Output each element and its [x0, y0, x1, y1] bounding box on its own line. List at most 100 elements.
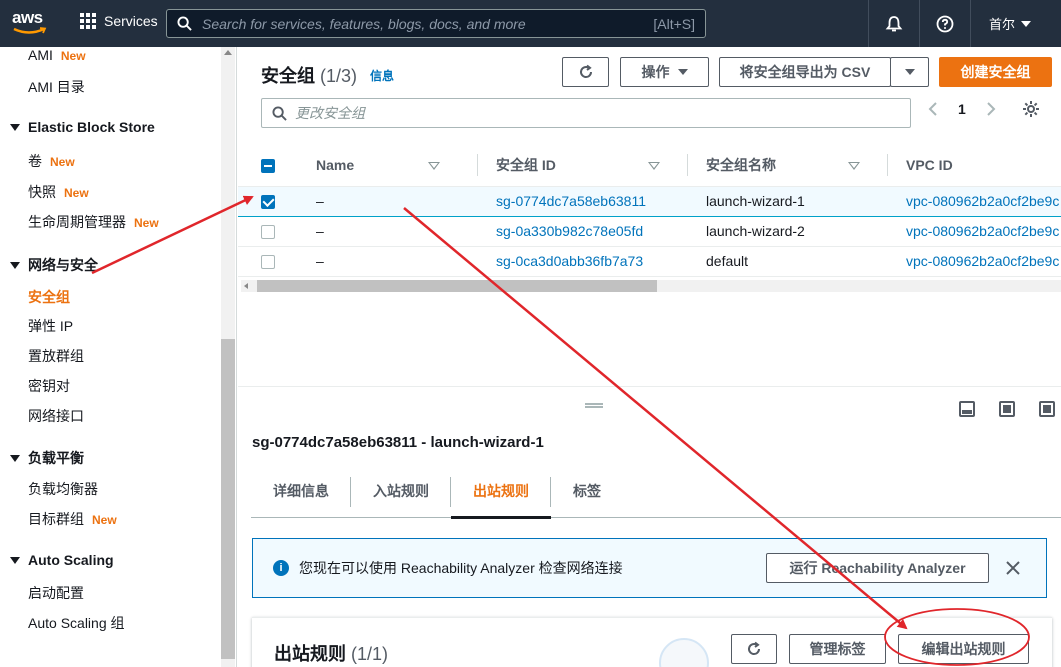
export-dropdown-button[interactable] — [890, 57, 929, 87]
services-menu-button[interactable]: Services — [80, 13, 158, 29]
table-row[interactable]: – sg-0ca3d0abb36fb7a73 default vpc-08096… — [238, 246, 1061, 277]
sidebar-item-label: 启动配置 — [28, 585, 84, 601]
actions-dropdown[interactable]: 操作 — [620, 57, 709, 87]
refresh-button[interactable] — [731, 634, 777, 664]
services-label: Services — [104, 13, 158, 29]
group-id-link[interactable]: sg-0a330b982c78e05fd — [478, 216, 688, 247]
sidebar-item-ami-catalog[interactable]: AMI 目录 — [28, 77, 85, 97]
side-panel-view-icon[interactable] — [999, 401, 1015, 417]
sidebar-section-network-security[interactable]: 网络与安全 — [10, 255, 98, 275]
aws-smile-icon — [13, 27, 47, 34]
sidebar-item-network-interfaces[interactable]: 网络接口 — [28, 406, 84, 426]
sort-icon[interactable] — [428, 162, 441, 171]
create-security-group-label: 创建安全组 — [960, 64, 1031, 80]
create-security-group-button[interactable]: 创建安全组 — [939, 57, 1052, 87]
split-panel-divider[interactable] — [238, 387, 1061, 425]
tab-details[interactable]: 详细信息 — [251, 465, 351, 518]
sidebar-item-launch-configurations[interactable]: 启动配置 — [28, 583, 84, 603]
region-selector[interactable]: 首尔 — [971, 14, 1061, 33]
table-row[interactable]: – sg-0774dc7a58eb63811 launch-wizard-1 v… — [238, 185, 1061, 217]
scroll-up-icon[interactable] — [224, 50, 232, 55]
help-button[interactable] — [920, 15, 970, 33]
manage-tags-button[interactable]: 管理标签 — [789, 634, 886, 664]
vpc-id-link[interactable]: vpc-080962b2a0cf2be9c — [888, 246, 1061, 277]
tab-tags[interactable]: 标签 — [551, 465, 623, 518]
sidebar-section-label: 负载平衡 — [28, 450, 84, 466]
row-checkbox[interactable] — [261, 195, 275, 210]
column-header-vpc-id[interactable]: VPC ID — [888, 144, 1061, 187]
group-id-link[interactable]: sg-0ca3d0abb36fb7a73 — [478, 246, 688, 277]
sidebar-item-placement-groups[interactable]: 置放群组 — [28, 346, 84, 366]
edit-outbound-rules-label: 编辑出站规则 — [921, 641, 1006, 657]
alert-message: 您现在可以使用 Reachability Analyzer 检查网络连接 — [299, 560, 623, 576]
notifications-button[interactable] — [869, 15, 919, 33]
caret-down-icon — [10, 556, 20, 564]
caret-down-icon — [904, 69, 915, 75]
sidebar-scrollbar-thumb[interactable] — [221, 339, 235, 659]
sort-icon[interactable] — [647, 162, 660, 171]
group-id-link[interactable]: sg-0774dc7a58eb63811 — [478, 185, 688, 217]
sidebar-item-volumes[interactable]: 卷 New — [28, 151, 75, 171]
assistant-avatar[interactable] — [659, 638, 709, 667]
sidebar-item-ami[interactable]: AMI New — [28, 47, 86, 63]
sidebar-item-lifecycle-manager[interactable]: 生命周期管理器 New — [28, 212, 159, 232]
sidebar-section-load-balancing[interactable]: 负载平衡 — [10, 448, 84, 468]
global-search-input[interactable]: Search for services, features, blogs, do… — [166, 9, 706, 38]
chevron-left-icon[interactable] — [928, 101, 938, 117]
column-header-group-name[interactable]: 安全组名称 — [688, 144, 888, 187]
export-csv-button[interactable]: 将安全组导出为 CSV — [719, 57, 891, 87]
sidebar-item-snapshots[interactable]: 快照 New — [28, 182, 89, 202]
close-icon[interactable] — [1006, 561, 1020, 575]
drag-handle-icon[interactable] — [585, 403, 603, 408]
sidebar-item-label: 生命周期管理器 — [28, 214, 126, 230]
row-checkbox[interactable] — [261, 225, 275, 240]
vpc-id-link[interactable]: vpc-080962b2a0cf2be9c — [888, 185, 1061, 217]
table-horizontal-scrollbar[interactable] — [241, 280, 1061, 292]
table-row[interactable]: – sg-0a330b982c78e05fd launch-wizard-2 v… — [238, 216, 1061, 247]
select-all-checkbox[interactable] — [261, 158, 275, 173]
gear-icon[interactable] — [1022, 100, 1040, 118]
current-page-number[interactable]: 1 — [958, 101, 966, 117]
name-cell: – — [298, 246, 478, 277]
full-panel-view-icon[interactable] — [1039, 401, 1055, 417]
row-checkbox[interactable] — [261, 255, 275, 270]
filter-placeholder: 更改安全组 — [295, 105, 365, 121]
vpc-id-link[interactable]: vpc-080962b2a0cf2be9c — [888, 216, 1061, 247]
info-link[interactable]: 信息 — [370, 67, 394, 84]
sidebar-item-label: 负载均衡器 — [28, 481, 98, 497]
chevron-right-icon[interactable] — [986, 101, 996, 117]
sidebar-item-elastic-ip[interactable]: 弹性 IP — [28, 316, 73, 336]
scroll-left-icon[interactable] — [244, 283, 248, 289]
aws-logo[interactable]: aws — [12, 9, 48, 36]
run-reachability-analyzer-button[interactable]: 运行 Reachability Analyzer — [766, 553, 989, 583]
sidebar-item-load-balancers[interactable]: 负载均衡器 — [28, 479, 98, 499]
table-scrollbar-thumb[interactable] — [257, 280, 657, 292]
tab-label: 标签 — [573, 483, 601, 499]
region-label: 首尔 — [988, 17, 1015, 32]
top-navigation-bar: aws Services Search for services, featur… — [0, 0, 1061, 47]
sidebar-item-key-pairs[interactable]: 密钥对 — [28, 376, 70, 396]
sidebar-scrollbar[interactable] — [221, 47, 235, 667]
chevron-down-icon — [1021, 20, 1031, 27]
column-header-group-id[interactable]: 安全组 ID — [478, 144, 688, 187]
tab-outbound-rules[interactable]: 出站规则 — [451, 465, 551, 519]
sidebar-section-ebs[interactable]: Elastic Block Store — [10, 119, 155, 135]
tab-inbound-rules[interactable]: 入站规则 — [351, 465, 451, 518]
select-all-header — [238, 144, 298, 187]
sidebar-section-label: Auto Scaling — [28, 552, 114, 568]
sidebar-item-target-groups[interactable]: 目标群组 New — [28, 509, 117, 529]
sort-icon[interactable] — [848, 162, 860, 171]
security-group-filter-input[interactable]: 更改安全组 — [261, 98, 911, 128]
nav-right-group: 首尔 — [867, 0, 1061, 47]
sidebar-section-auto-scaling[interactable]: Auto Scaling — [10, 552, 114, 568]
sidebar-item-security-groups[interactable]: 安全组 — [28, 287, 70, 307]
row-select-cell — [238, 246, 298, 277]
sidebar-item-label: 置放群组 — [28, 348, 84, 364]
bottom-panel-view-icon[interactable] — [959, 401, 975, 417]
column-header-label: 安全组名称 — [706, 156, 776, 173]
column-header-name[interactable]: Name — [298, 144, 478, 187]
sidebar-item-label: AMI 目录 — [28, 79, 85, 95]
edit-outbound-rules-button[interactable]: 编辑出站规则 — [898, 634, 1029, 664]
refresh-button[interactable] — [562, 57, 609, 87]
sidebar-item-auto-scaling-groups[interactable]: Auto Scaling 组 — [28, 613, 125, 633]
